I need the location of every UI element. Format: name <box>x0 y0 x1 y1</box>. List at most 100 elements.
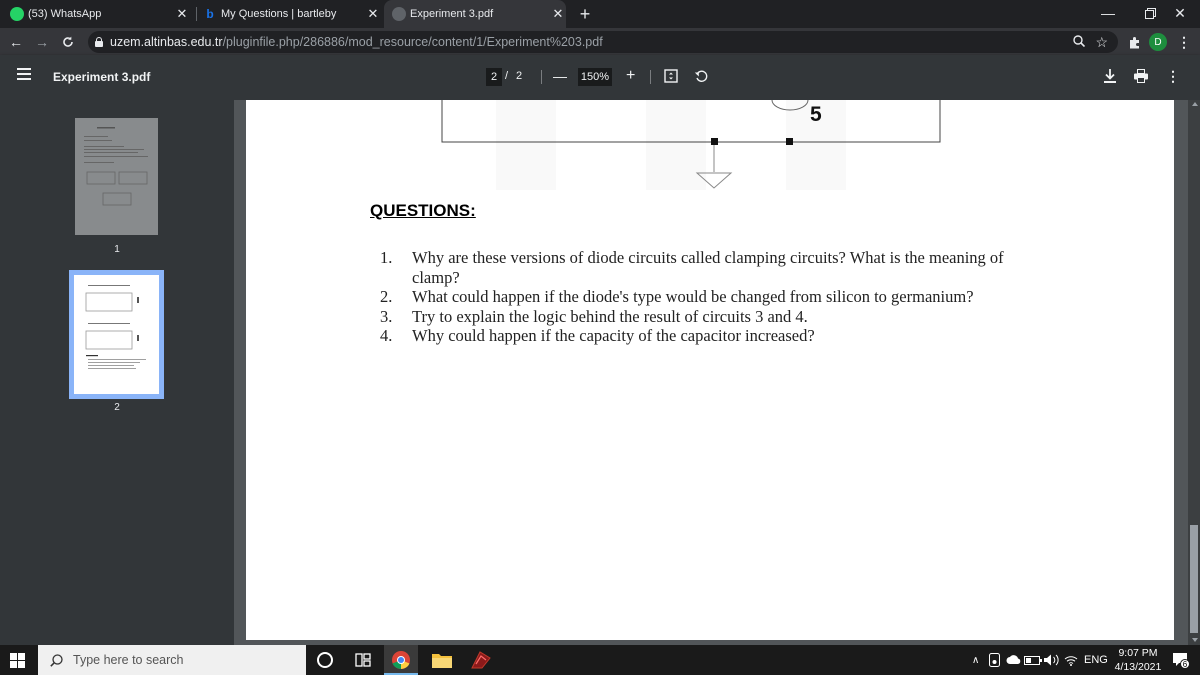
thumbnail-page-1[interactable] <box>75 118 158 235</box>
whatsapp-icon <box>10 7 24 21</box>
scroll-up-icon[interactable] <box>1192 102 1198 106</box>
globe-icon <box>392 7 406 21</box>
zoom-out-button[interactable]: — <box>553 68 567 84</box>
language-indicator[interactable]: ENG <box>1084 645 1108 675</box>
extensions-icon[interactable] <box>1124 32 1144 52</box>
clock[interactable]: 9:07 PM 4/13/2021 <box>1108 646 1168 674</box>
question-number: 2. <box>380 287 393 306</box>
page-number-input[interactable]: 2 <box>486 68 502 86</box>
thumbnail-number: 1 <box>114 244 120 255</box>
start-button[interactable] <box>10 653 25 673</box>
browser-toolbar: ← → uzem.altinbas.edu.tr /pluginfile.php… <box>0 28 1200 55</box>
close-icon[interactable]: ✕ <box>365 6 381 22</box>
hamburger-icon <box>17 68 31 80</box>
list-item: 1. Why are these versions of diode circu… <box>380 248 1080 287</box>
notification-badge: 6 <box>1180 659 1190 669</box>
forward-button[interactable]: → <box>32 32 52 52</box>
print-icon <box>1134 69 1148 83</box>
thumbnail-number: 2 <box>114 402 120 413</box>
avatar: D <box>1149 33 1167 51</box>
taskbar: Type here to search ∧ ENG 9:07 PM 4/13/2… <box>0 645 1200 675</box>
print-button[interactable] <box>1134 69 1148 83</box>
circuit-label: 5 <box>810 103 822 126</box>
show-hidden-icons[interactable]: ∧ <box>972 645 979 675</box>
windows-icon <box>10 653 25 668</box>
question-text: Why could happen if the capacity of the … <box>412 326 815 345</box>
question-number: 3. <box>380 306 393 326</box>
address-bar[interactable]: uzem.altinbas.edu.tr /pluginfile.php/286… <box>88 31 1118 53</box>
notification-center-icon[interactable]: 6 <box>1172 652 1190 673</box>
url-host: uzem.altinbas.edu.tr <box>110 35 223 49</box>
search-placeholder: Type here to search <box>73 653 184 667</box>
scrollbar-thumb[interactable] <box>1190 525 1198 633</box>
file-explorer-icon[interactable] <box>432 652 452 673</box>
question-number: 4. <box>380 326 393 345</box>
tab-whatsapp[interactable]: (53) WhatsApp ✕ <box>10 0 190 28</box>
tab-experiment-pdf[interactable]: Experiment 3.pdf ✕ <box>384 0 566 28</box>
rotate-icon <box>694 70 708 82</box>
reload-button[interactable] <box>58 32 78 52</box>
zoom-magnifier-icon[interactable] <box>1073 34 1086 50</box>
question-number: 1. <box>380 248 393 267</box>
pdf-toolbar: Experiment 3.pdf 2 / 2 — 150% + ⋮ <box>0 55 1200 100</box>
app-icon[interactable] <box>470 650 492 675</box>
list-item: 2. What could happen if the diode's type… <box>380 287 1080 307</box>
tab-title: My Questions | bartleby <box>221 8 337 20</box>
profile-avatar[interactable]: D <box>1148 32 1168 52</box>
pdf-page: 5 QUESTIONS: 1. Why are these versions o… <box>246 100 1174 640</box>
wifi-icon[interactable] <box>1064 645 1078 675</box>
cortana-icon[interactable] <box>317 652 333 668</box>
rotate-button[interactable] <box>694 69 708 83</box>
list-item: 3. Try to explain the logic behind the r… <box>380 307 1080 327</box>
clock-date: 4/13/2021 <box>1114 661 1162 673</box>
scrollbar[interactable] <box>1188 100 1200 645</box>
back-button[interactable]: ← <box>6 32 26 52</box>
thumbnail-sidebar: 1 2 <box>0 100 234 645</box>
sidebar-toggle-button[interactable] <box>17 68 31 80</box>
search-icon <box>50 653 63 667</box>
divider <box>650 70 651 84</box>
minimize-button[interactable]: — <box>1086 0 1130 26</box>
chrome-taskbar-button[interactable] <box>384 645 418 675</box>
taskbar-search-input[interactable]: Type here to search <box>38 645 306 675</box>
questions-heading: QUESTIONS: <box>370 201 476 220</box>
pdf-viewer: 1 2 5 QUESTIONS: 1. Why are these versio… <box>0 100 1200 645</box>
divider <box>541 70 542 84</box>
lock-icon <box>95 36 103 47</box>
pdf-title: Experiment 3.pdf <box>53 70 151 84</box>
tab-title: Experiment 3.pdf <box>410 8 494 20</box>
download-button[interactable] <box>1104 69 1116 83</box>
chrome-icon <box>392 651 410 670</box>
url-path: /pluginfile.php/286886/mod_resource/cont… <box>222 35 603 49</box>
page-separator: / <box>505 70 509 82</box>
onedrive-icon[interactable] <box>1006 645 1022 675</box>
new-tab-button[interactable]: + <box>574 0 596 28</box>
tab-title: (53) WhatsApp <box>28 8 102 20</box>
scroll-down-icon[interactable] <box>1192 638 1198 642</box>
bartleby-icon: b <box>206 7 214 21</box>
bookmark-star-icon[interactable]: ☆ <box>1095 34 1108 51</box>
tab-bartleby[interactable]: b My Questions | bartleby ✕ <box>203 0 381 28</box>
list-item: 4. Why could happen if the capacity of t… <box>380 326 1080 346</box>
question-text: Why are these versions of diode circuits… <box>412 248 1004 287</box>
questions-list: 1. Why are these versions of diode circu… <box>380 248 1080 346</box>
circuit-diagram <box>441 100 941 190</box>
task-view-icon[interactable] <box>355 652 371 673</box>
download-icon <box>1104 69 1116 83</box>
pdf-more-button[interactable]: ⋮ <box>1166 68 1180 85</box>
thumbnail-page-2[interactable] <box>74 275 159 394</box>
volume-icon[interactable] <box>1044 645 1060 675</box>
tab-strip: (53) WhatsApp ✕ b My Questions | bartleb… <box>0 0 1200 28</box>
battery-icon[interactable] <box>1024 645 1042 675</box>
restore-icon <box>1144 7 1156 19</box>
close-window-button[interactable]: ✕ <box>1158 0 1200 26</box>
close-icon[interactable]: ✕ <box>550 6 566 22</box>
tray-app-icon[interactable] <box>989 645 1000 675</box>
fit-page-icon <box>664 69 678 83</box>
zoom-in-button[interactable]: + <box>626 67 635 85</box>
question-text: Try to explain the logic behind the resu… <box>412 306 808 326</box>
menu-button[interactable]: ⋮ <box>1174 32 1194 52</box>
fit-page-button[interactable] <box>664 69 678 83</box>
close-icon[interactable]: ✕ <box>174 6 190 22</box>
zoom-input[interactable]: 150% <box>578 68 612 86</box>
